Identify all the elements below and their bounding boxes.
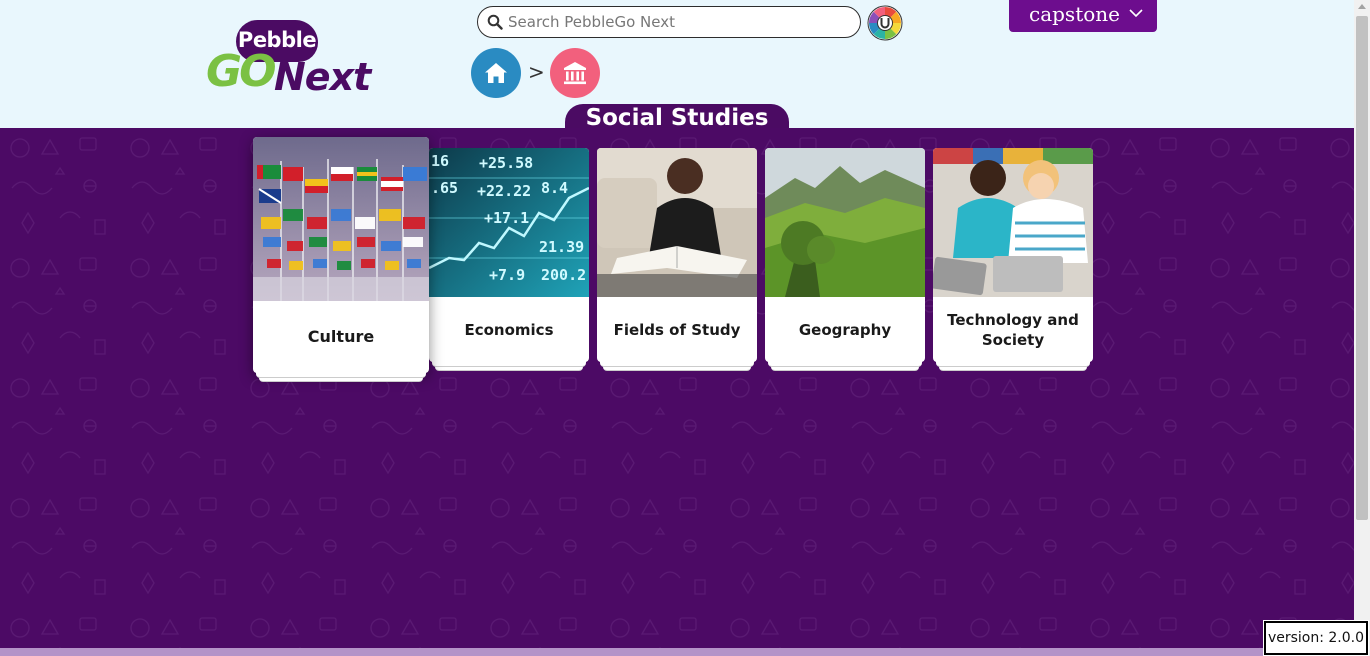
version-label: version: 2.0.0: [1263, 620, 1369, 656]
scrollbar-thumb[interactable]: [1356, 16, 1368, 520]
topic-card-economics[interactable]: 16 +25.58 .65 +22.22 8.4 +17.1 21.39 +7.9 200…: [429, 148, 589, 371]
topic-card-label: Technology and Society: [947, 310, 1079, 349]
chevron-down-icon: [1129, 9, 1143, 18]
search-box: [477, 6, 861, 38]
capstone-menu-button[interactable]: capstone: [1009, 0, 1157, 32]
stock-ticker-photo: 16 +25.58 .65 +22.22 8.4 +17.1 21.39 +7.9 200…: [429, 148, 589, 297]
landscape-photo: [765, 148, 925, 297]
header: Pebble GO Next capstone >: [0, 0, 1354, 131]
capstone-label: capstone: [1029, 2, 1120, 26]
svg-text:16: 16: [431, 152, 449, 170]
pebblego-next-logo[interactable]: Pebble GO Next: [206, 20, 390, 100]
scroll-up-arrow-icon[interactable]: [1358, 4, 1366, 9]
svg-text:+7.9: +7.9: [489, 266, 525, 284]
vertical-scrollbar[interactable]: [1354, 0, 1370, 656]
bottom-bar: [0, 648, 1354, 656]
flags-photo: [253, 137, 429, 301]
svg-text:200.2: 200.2: [541, 266, 586, 284]
breadcrumb-social-studies-button[interactable]: [550, 48, 600, 98]
topic-card-technology-and-society[interactable]: Technology and Society: [933, 148, 1093, 371]
search-input[interactable]: [508, 11, 848, 33]
svg-text:.65: .65: [431, 179, 458, 197]
svg-text:8.4: 8.4: [541, 179, 568, 197]
topic-card-label: Fields of Study: [613, 320, 741, 339]
color-wheel-icon[interactable]: [867, 5, 903, 41]
topic-card-label: Economics: [464, 320, 554, 339]
topic-card-fields-of-study[interactable]: Fields of Study: [597, 148, 757, 371]
logo-next-text: Next: [274, 55, 371, 99]
logo-go-text: GO: [206, 46, 277, 97]
museum-icon: [564, 62, 586, 85]
section-title: Social Studies: [565, 104, 789, 131]
search-icon[interactable]: [487, 14, 503, 30]
student-reading-photo: [597, 148, 757, 297]
topic-card-label: Geography: [798, 320, 892, 339]
svg-text:+17.1: +17.1: [484, 209, 529, 227]
topic-card-culture[interactable]: Culture: [253, 137, 429, 382]
topic-card-label: Culture: [307, 327, 375, 346]
svg-text:+22.22: +22.22: [477, 182, 531, 200]
kids-tablets-photo: [933, 148, 1093, 297]
breadcrumb-home-button[interactable]: [471, 48, 521, 98]
svg-text:21.39: 21.39: [539, 238, 584, 256]
home-icon: [485, 63, 507, 83]
svg-text:+25.58: +25.58: [479, 154, 533, 172]
breadcrumb-separator: >: [528, 60, 545, 84]
topic-card-geography[interactable]: Geography: [765, 148, 925, 371]
